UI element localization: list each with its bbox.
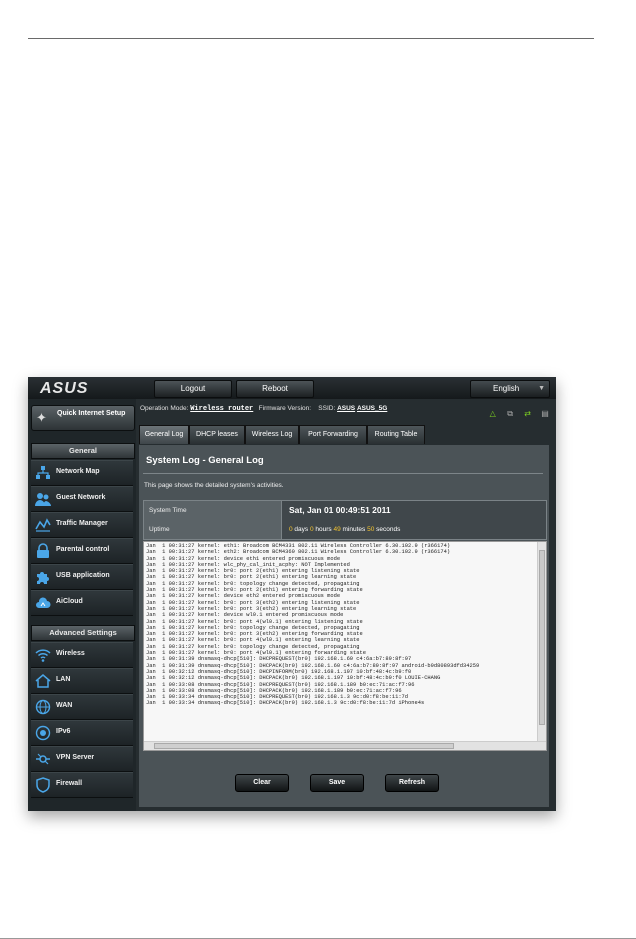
- sidebar-item-label: AiCloud: [56, 598, 83, 605]
- header-rule: [28, 38, 594, 39]
- ssid-link-2[interactable]: ASUS_5G: [357, 405, 387, 412]
- copy-status-icon[interactable]: ⧉: [505, 409, 515, 419]
- usb-status-icon[interactable]: ⇄: [523, 409, 533, 418]
- sidebar-item-lan[interactable]: LAN: [31, 668, 133, 694]
- sidebar-item-vpn-server[interactable]: VPN Server: [31, 746, 133, 772]
- sidebar-item-label: Guest Network: [56, 494, 106, 501]
- logout-button[interactable]: Logout: [154, 380, 232, 398]
- firmware-version-label: Firmware Version:: [258, 405, 312, 412]
- sidebar-item-ipv6[interactable]: IPv6: [31, 720, 133, 746]
- clear-button[interactable]: Clear: [235, 774, 289, 792]
- uptime-row: Uptime 0 days 0 hours 49 minutes 50 seco…: [144, 520, 546, 539]
- system-time-row: System Time Sat, Jan 01 00:49:51 2011: [144, 501, 546, 520]
- sidebar-item-parental-control[interactable]: Parental control: [31, 538, 133, 564]
- sidebar: ✦ Quick Internet Setup General Network M…: [28, 399, 136, 811]
- uptime-minutes-unit: minutes: [340, 526, 368, 533]
- log-textarea[interactable]: Jan 1 00:31:27 kernel: eth1: Broadcom BC…: [143, 541, 547, 751]
- log-text: Jan 1 00:31:27 kernel: eth1: Broadcom BC…: [146, 543, 534, 707]
- page-title: System Log - General Log: [146, 455, 264, 466]
- tab-port-forwarding[interactable]: Port Forwarding: [299, 425, 367, 444]
- cloud-icon: [36, 597, 51, 608]
- network-map-icon: [36, 466, 50, 479]
- traffic-manager-icon: [35, 518, 51, 532]
- magic-wand-icon: ✦: [36, 410, 47, 425]
- log-line: Jan 1 00:31:39 dnsmasq-dhcp[510]: DHCPAC…: [146, 662, 480, 669]
- house-icon: [35, 674, 51, 688]
- status-bar: Operation Mode: Wireless router Firmware…: [140, 405, 387, 413]
- operation-mode-link[interactable]: Wireless router: [190, 405, 253, 413]
- sidebar-item-label: Traffic Manager: [56, 520, 108, 527]
- system-info-table: System Time Sat, Jan 01 00:49:51 2011 Up…: [143, 500, 547, 540]
- sidebar-item-label: WAN: [56, 702, 73, 709]
- uptime-days-unit: days: [292, 526, 310, 533]
- lock-icon: [37, 543, 49, 558]
- sidebar-item-firewall[interactable]: Firewall: [31, 772, 133, 798]
- vertical-scrollbar[interactable]: [537, 542, 546, 742]
- sidebar-item-label: Parental control: [56, 546, 110, 553]
- sidebar-item-wireless[interactable]: Wireless: [31, 642, 133, 668]
- page-description: This page shows the detailed system's ac…: [144, 482, 284, 489]
- sidebar-item-network-map[interactable]: Network Map: [31, 460, 133, 486]
- log-panel: System Log - General Log This page shows…: [139, 445, 549, 807]
- save-button[interactable]: Save: [310, 774, 364, 792]
- client-status-icon[interactable]: △: [488, 409, 498, 418]
- quick-setup-label: Quick Internet Setup: [57, 410, 126, 417]
- main-content: Operation Mode: Wireless router Firmware…: [136, 399, 556, 811]
- sidebar-item-traffic-manager[interactable]: Traffic Manager: [31, 512, 133, 538]
- sidebar-item-label: IPv6: [56, 728, 71, 735]
- tab-dhcp-leases[interactable]: DHCP leases: [189, 425, 245, 444]
- vertical-scroll-thumb[interactable]: [539, 550, 545, 725]
- uptime-value: 0 days 0 hours 49 minutes 50 seconds: [282, 520, 546, 539]
- sidebar-item-wan[interactable]: WAN: [31, 694, 133, 720]
- vpn-icon: [36, 753, 50, 765]
- uptime-minutes: 49: [333, 526, 341, 533]
- asus-logo: ASUS: [40, 380, 89, 397]
- log-line: Jan 1 00:33:34 dnsmasq-dhcp[510]: DHCPAC…: [146, 700, 425, 707]
- title-divider: [143, 473, 543, 474]
- globe-icon: [35, 699, 51, 715]
- operation-mode-label: Operation Mode:: [140, 405, 189, 412]
- system-time-label: System Time: [144, 501, 282, 520]
- uptime-label: Uptime: [144, 520, 282, 539]
- guest-network-icon: [35, 493, 51, 506]
- ssid-label: SSID:: [318, 405, 336, 412]
- ipv6-icon: [35, 725, 51, 741]
- sidebar-item-aicloud[interactable]: AiCloud: [31, 590, 133, 616]
- printer-status-icon[interactable]: ▤: [540, 409, 550, 418]
- sidebar-item-label: Network Map: [56, 468, 100, 475]
- chevron-down-icon: ▼: [538, 385, 545, 392]
- tab-general-log[interactable]: General Log: [139, 425, 189, 444]
- general-section-header: General: [31, 443, 135, 459]
- status-icons: △ ⧉ ⇄ ▤: [485, 403, 550, 421]
- refresh-button[interactable]: Refresh: [385, 774, 439, 792]
- language-select[interactable]: English ▼: [470, 380, 550, 398]
- reboot-button[interactable]: Reboot: [236, 380, 314, 398]
- sidebar-item-label: Wireless: [56, 650, 85, 657]
- tab-routing-table[interactable]: Routing Table: [367, 425, 425, 444]
- horizontal-scroll-thumb[interactable]: [154, 743, 454, 749]
- uptime-seconds-unit: seconds: [374, 526, 401, 533]
- sidebar-item-guest-network[interactable]: Guest Network: [31, 486, 133, 512]
- uptime-hours-unit: hours: [313, 526, 334, 533]
- sidebar-item-label: LAN: [56, 676, 71, 683]
- sidebar-item-usb-application[interactable]: USB application: [31, 564, 133, 590]
- wifi-icon: [35, 649, 51, 662]
- ssid-link-1[interactable]: ASUS: [337, 405, 355, 412]
- language-value: English: [493, 384, 520, 393]
- advanced-settings-header: Advanced Settings: [31, 625, 135, 641]
- sidebar-item-label: Firewall: [56, 780, 83, 787]
- sidebar-item-label: USB application: [56, 572, 110, 579]
- sidebar-item-label: VPN Server: [56, 754, 95, 761]
- quick-internet-setup-button[interactable]: ✦ Quick Internet Setup: [31, 405, 135, 431]
- horizontal-scrollbar[interactable]: [144, 741, 546, 750]
- system-time-value: Sat, Jan 01 00:49:51 2011: [282, 501, 546, 520]
- puzzle-icon: [37, 572, 49, 584]
- shield-icon: [36, 777, 50, 793]
- top-bar: ASUS Logout Reboot English ▼: [28, 377, 556, 399]
- router-admin-screenshot: ASUS Logout Reboot English ▼ ✦ Quick Int…: [28, 377, 556, 811]
- tab-wireless-log[interactable]: Wireless Log: [245, 425, 299, 444]
